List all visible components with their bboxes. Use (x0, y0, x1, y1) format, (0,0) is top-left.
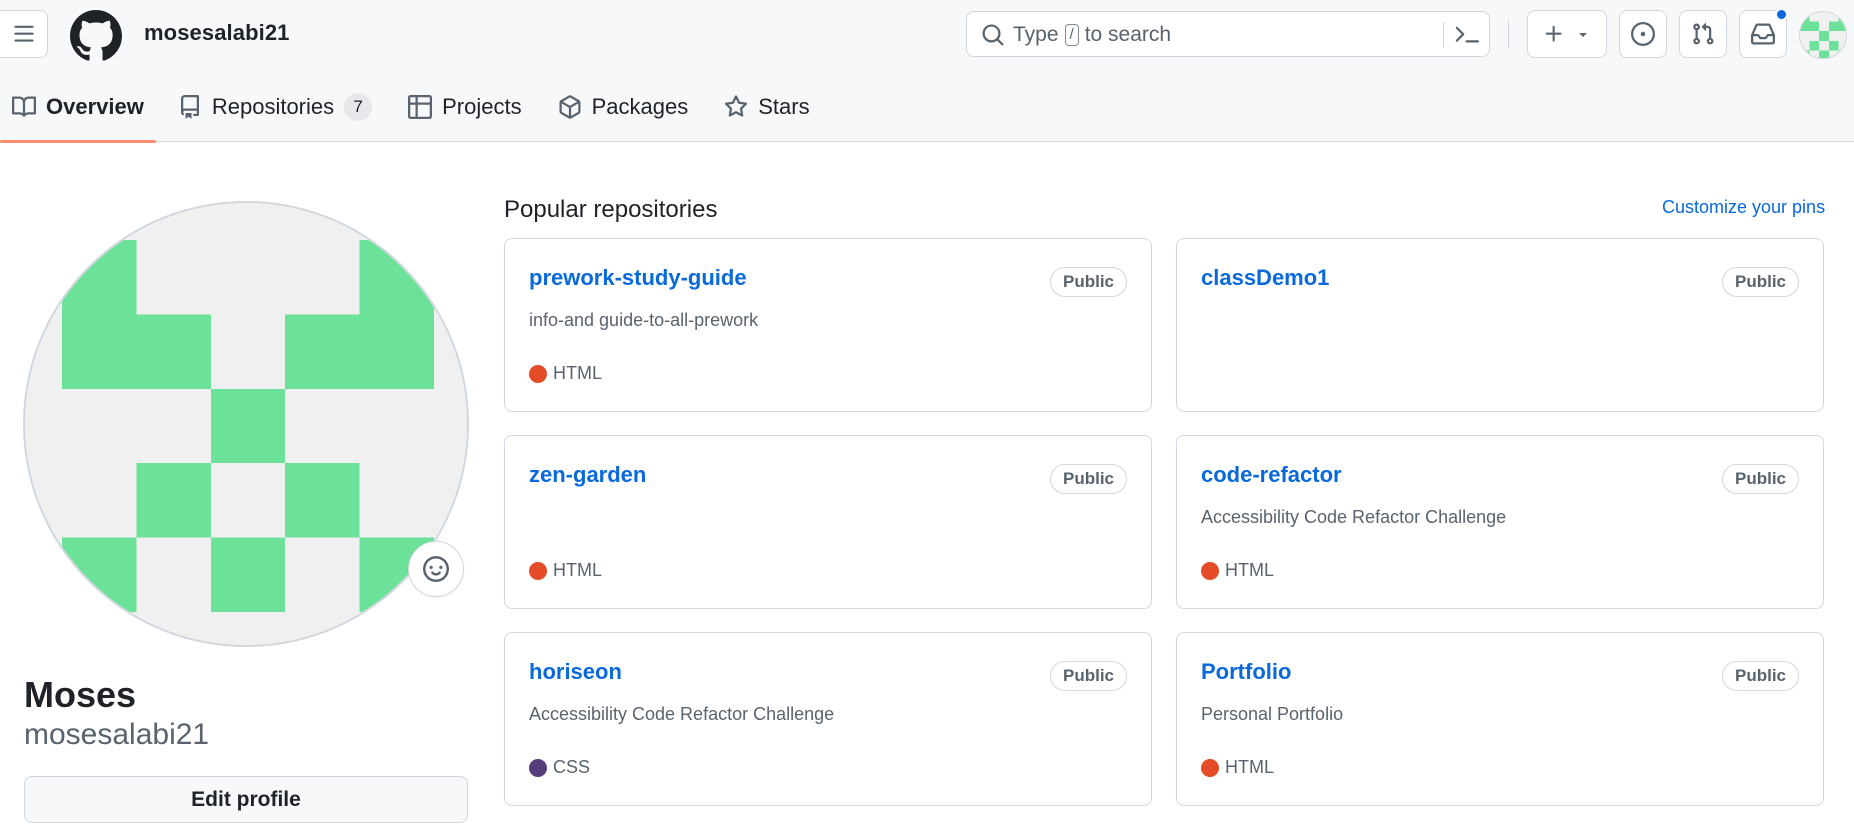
git-pull-request-icon (1693, 22, 1714, 45)
open-menu-button[interactable] (0, 10, 48, 58)
edit-profile-button[interactable]: Edit profile (24, 776, 468, 823)
plus-icon (1545, 25, 1562, 42)
tab-repositories[interactable]: Repositories 7 (166, 84, 384, 130)
language-label: HTML (553, 560, 602, 580)
search-placeholder: Type / to search (1013, 23, 1171, 47)
triangle-down-icon (1579, 33, 1587, 37)
header-divider (1508, 20, 1509, 48)
repo-card: classDemo1 Public (1176, 238, 1824, 412)
repo-name-link[interactable]: Portfolio (1201, 659, 1291, 685)
profile-tabs: Overview Repositories 7 Projects Package… (0, 84, 824, 143)
search-input[interactable]: Type / to search (966, 11, 1490, 57)
repo-language: HTML (1201, 560, 1274, 581)
pull-requests-button[interactable] (1679, 10, 1727, 58)
context-owner-link[interactable]: mosesalabi21 (144, 20, 290, 46)
global-bar: mosesalabi21 Type / to search (0, 0, 1854, 70)
app-header: mosesalabi21 Type / to search Overview R… (0, 0, 1854, 143)
customize-pins-link[interactable]: Customize your pins (1662, 197, 1825, 218)
identicon-icon (25, 203, 467, 645)
repo-card: horiseon Public Accessibility Code Refac… (504, 632, 1152, 806)
search-shortcut-key: / (1064, 24, 1079, 46)
language-label: HTML (1225, 560, 1274, 580)
tab-label: Stars (758, 94, 810, 119)
visibility-badge: Public (1721, 267, 1799, 297)
repo-language: HTML (529, 363, 602, 384)
profile-full-name: Moses (24, 674, 137, 715)
repo-count-badge: 7 (344, 93, 373, 121)
language-color-dot (529, 758, 547, 777)
repo-language: HTML (529, 560, 602, 581)
repo-name-link[interactable]: prework-study-guide (529, 265, 747, 291)
repo-name-link[interactable]: zen-garden (529, 462, 646, 488)
visibility-badge: Public (1049, 464, 1127, 494)
tab-label: Packages (591, 94, 689, 119)
github-logo-icon[interactable] (69, 10, 122, 62)
visibility-badge: Public (1049, 661, 1127, 691)
tab-overview[interactable]: Overview (0, 84, 156, 143)
repo-name-link[interactable]: classDemo1 (1201, 265, 1329, 291)
repo-description: Accessibility Code Refactor Challenge (1201, 507, 1507, 527)
repo-language: HTML (1201, 757, 1274, 778)
search-placeholder-suffix: to search (1084, 23, 1172, 46)
package-icon (559, 95, 581, 119)
smiley-icon (423, 556, 449, 582)
visibility-badge: Public (1721, 464, 1799, 494)
tab-label: Repositories (211, 94, 335, 119)
repo-card: zen-garden Public HTML (504, 435, 1152, 609)
pinned-section-title: Popular repositories (504, 196, 718, 223)
tab-projects[interactable]: Projects (396, 84, 533, 130)
inbox-icon (1751, 23, 1775, 45)
issue-opened-icon (1631, 22, 1655, 46)
book-icon (12, 96, 36, 117)
repo-description: Accessibility Code Refactor Challenge (529, 704, 835, 724)
repo-card: prework-study-guide Public info-and guid… (504, 238, 1152, 412)
language-color-dot (1201, 758, 1219, 777)
search-placeholder-prefix: Type (1013, 23, 1059, 46)
repo-description: Personal Portfolio (1201, 704, 1344, 724)
hamburger-icon (13, 25, 34, 42)
repo-name-link[interactable]: horiseon (529, 659, 622, 685)
language-label: CSS (553, 757, 591, 777)
search-icon (982, 24, 1004, 46)
visibility-badge: Public (1721, 661, 1799, 691)
profile-username: mosesalabi21 (24, 718, 210, 751)
tab-packages[interactable]: Packages (546, 84, 701, 130)
identicon-icon (1800, 12, 1846, 58)
set-status-button[interactable] (408, 541, 464, 597)
language-color-dot (529, 364, 547, 383)
repo-card: code-refactor Public Accessibility Code … (1176, 435, 1824, 609)
language-label: HTML (1225, 757, 1274, 777)
language-color-dot (1201, 561, 1219, 580)
profile-avatar[interactable] (23, 201, 469, 647)
command-palette-icon[interactable] (1455, 23, 1479, 47)
language-color-dot (529, 561, 547, 580)
tab-stars[interactable]: Stars (712, 84, 821, 130)
table-icon (408, 95, 433, 119)
repo-icon (180, 95, 199, 119)
repo-description: info-and guide-to-all-prework (529, 310, 759, 330)
create-new-button[interactable] (1527, 10, 1607, 58)
tab-label: Overview (46, 94, 144, 119)
star-icon (725, 95, 748, 117)
repo-card: Portfolio Public Personal Portfolio HTML (1176, 632, 1824, 806)
language-label: HTML (553, 363, 602, 383)
repo-language: CSS (529, 757, 590, 778)
repo-name-link[interactable]: code-refactor (1201, 462, 1342, 488)
issues-button[interactable] (1619, 10, 1667, 58)
unread-indicator (1775, 8, 1788, 21)
visibility-badge: Public (1049, 267, 1127, 297)
tab-label: Projects (442, 94, 522, 119)
user-avatar[interactable] (1799, 11, 1847, 59)
search-divider (1443, 22, 1444, 48)
